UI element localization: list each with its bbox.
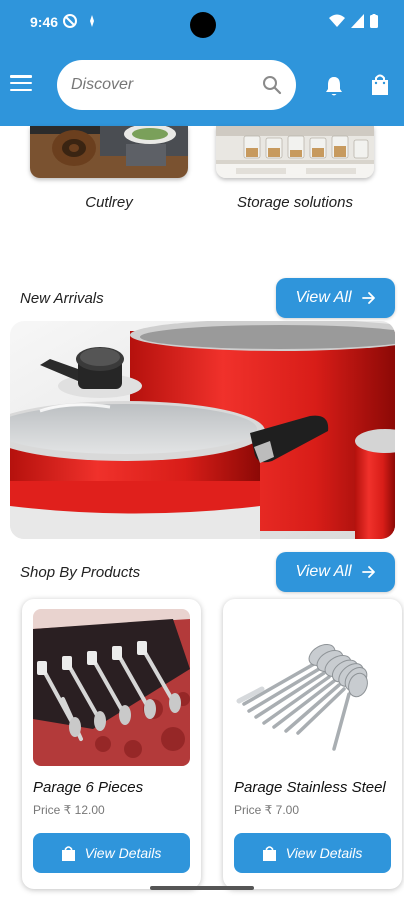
cutlery-image xyxy=(30,126,188,178)
product-name: Parage Stainless Steel xyxy=(234,779,386,796)
view-all-label: View All xyxy=(295,563,352,580)
new-arrivals-banner[interactable] xyxy=(10,321,395,539)
product-name: Parage 6 Pieces xyxy=(33,779,144,796)
view-details-label: View Details xyxy=(84,845,162,861)
product-image xyxy=(234,609,391,766)
bag-icon xyxy=(262,845,276,861)
menu-icon[interactable] xyxy=(10,72,32,94)
new-arrivals-view-all-button[interactable]: View All xyxy=(276,278,395,318)
camera-cutout xyxy=(190,12,216,38)
search-bar[interactable] xyxy=(57,60,296,110)
vpn-icon xyxy=(63,14,77,28)
status-icons xyxy=(329,14,378,28)
status-bar: 9:46 xyxy=(0,0,404,46)
bell-icon[interactable] xyxy=(324,75,344,97)
new-arrivals-title: New Arrivals xyxy=(20,290,104,307)
product-price: Price ₹ 12.00 xyxy=(33,803,105,817)
shopping-bag-icon[interactable] xyxy=(371,74,389,96)
search-input[interactable] xyxy=(71,76,262,94)
product-card[interactable]: Parage 6 Pieces Price ₹ 12.00 View Detai… xyxy=(22,599,201,889)
cookware-banner-image xyxy=(10,321,395,539)
spoons-image xyxy=(234,609,391,766)
product-image xyxy=(33,609,190,766)
battery-icon xyxy=(370,14,378,28)
arrow-right-icon xyxy=(361,292,375,304)
storage-image xyxy=(216,126,374,178)
category-label-storage: Storage solutions xyxy=(237,194,353,211)
signal-icon xyxy=(351,14,364,28)
product-card[interactable]: Parage Stainless Steel Price ₹ 7.00 View… xyxy=(223,599,402,889)
category-label-cutlery: Cutlrey xyxy=(85,194,133,211)
product-price: Price ₹ 7.00 xyxy=(234,803,299,817)
shop-by-products-view-all-button[interactable]: View All xyxy=(276,552,395,592)
view-details-button[interactable]: View Details xyxy=(234,833,391,873)
status-time: 9:46 xyxy=(30,14,59,30)
search-icon[interactable] xyxy=(262,75,282,95)
home-indicator[interactable] xyxy=(150,886,254,890)
bag-icon xyxy=(61,845,75,861)
shop-by-products-title: Shop By Products xyxy=(20,564,141,581)
view-details-label: View Details xyxy=(285,845,363,861)
wifi-icon xyxy=(329,14,345,27)
view-details-button[interactable]: View Details xyxy=(33,833,190,873)
app-header: 9:46 xyxy=(0,0,404,126)
forks-image xyxy=(33,609,190,766)
category-card-storage[interactable] xyxy=(216,126,374,178)
notification-dot-icon xyxy=(90,15,94,27)
view-all-label: View All xyxy=(295,289,352,306)
category-card-cutlery[interactable] xyxy=(30,126,188,178)
arrow-right-icon xyxy=(361,566,375,578)
